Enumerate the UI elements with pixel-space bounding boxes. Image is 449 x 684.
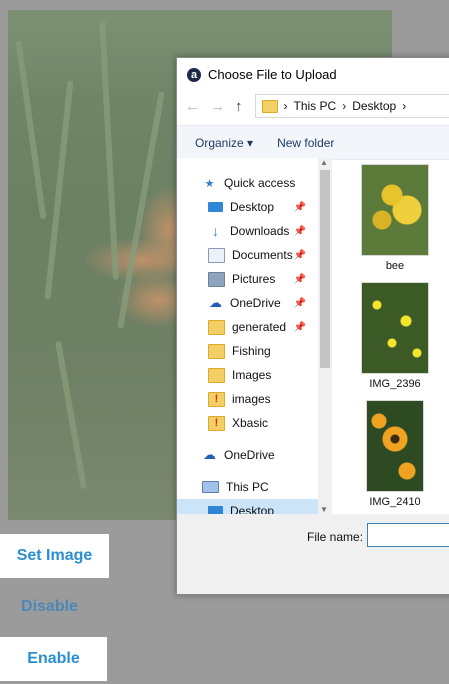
breadcrumb-separator: › [342,99,347,113]
pin-icon[interactable]: 📌 [294,298,306,309]
nav-scrollbar[interactable]: ▲ ▼ [318,158,332,514]
img-2410-thumbnail [366,400,424,492]
nav-item-onedrive-pinned[interactable]: ☁ OneDrive 📌 [208,291,316,315]
scrollbar-thumb[interactable] [320,170,330,368]
file-upload-dialog: a Choose File to Upload ← → ↑ › This PC … [176,57,449,595]
download-icon: ↓ [212,223,219,239]
file-name-label: File name: [307,530,364,544]
back-arrow-icon[interactable]: ← [185,98,200,115]
pin-icon[interactable]: 📌 [294,250,306,261]
breadcrumb-this-pc[interactable]: This PC [294,99,337,113]
nav-item-desktop[interactable]: Desktop 📌 [208,195,316,219]
nav-item-label: Quick access [224,176,296,190]
nav-item-label: This PC [226,480,269,494]
file-list: bee IMG_2396 IMG_2410 [335,158,449,514]
computer-icon [202,481,219,493]
folder-icon [208,343,225,359]
pin-icon[interactable]: 📌 [294,226,306,237]
nav-item-quick-access[interactable]: ★ Quick access [202,171,296,195]
nav-item-onedrive[interactable]: ☁ OneDrive [202,443,275,467]
file-label: IMG_2410 [369,496,421,508]
nav-item-label: Desktop [230,200,275,214]
nav-item-generated[interactable]: generated 📌 [208,315,316,339]
address-bar[interactable]: › This PC › Desktop › [254,94,449,118]
nav-item-label: Documents [232,248,293,262]
nav-item-label: Downloads [230,224,290,238]
nav-item-pictures[interactable]: Pictures 📌 [208,267,316,291]
desktop-icon [208,202,223,212]
file-item-img-2410[interactable]: IMG_2410 [355,400,435,508]
nav-item-label: Pictures [232,272,276,286]
pin-icon[interactable]: 📌 [294,274,306,285]
pin-icon[interactable]: 📌 [294,202,306,213]
enable-button[interactable]: Enable [0,637,107,681]
disable-button[interactable]: Disable [0,585,99,629]
picture-icon [208,271,225,287]
folder-icon [208,367,225,383]
nav-item-downloads[interactable]: ↓ Downloads 📌 [208,219,316,243]
folder-icon [208,319,225,335]
folder-icon [261,99,278,113]
nav-item-label: Images [232,368,272,382]
document-icon [208,247,225,263]
cloud-icon: ☁ [209,295,222,310]
file-label: bee [385,260,405,272]
nav-item-documents[interactable]: Documents 📌 [208,243,316,267]
nav-item-label: images [232,392,271,406]
organize-button[interactable]: Organize ▾ [177,136,271,150]
nav-item-label: OneDrive [230,296,281,310]
set-image-button[interactable]: Set Image [0,534,109,578]
bee-thumbnail [361,164,429,256]
nav-item-images[interactable]: Images [208,363,271,387]
breadcrumb-separator: › [283,99,288,113]
file-item-img-2396[interactable]: IMG_2396 [355,282,435,390]
pin-icon[interactable]: 📌 [294,322,306,333]
nav-item-label: generated [232,320,287,334]
forward-arrow-icon[interactable]: → [210,98,225,115]
navigation-bar: ← → ↑ › This PC › Desktop › [177,91,449,121]
file-name-input[interactable] [367,523,449,547]
nav-item-fishing[interactable]: Fishing [208,339,271,363]
folder-warning-icon: ! [208,415,225,431]
nav-item-label: Xbasic [232,416,269,430]
dialog-footer: File name: [177,514,449,594]
dialog-toolbar: Organize ▾ New folder [177,125,449,160]
star-icon: ★ [204,177,215,190]
nav-item-images-lower[interactable]: ! images [208,387,271,411]
scroll-up-icon[interactable]: ▲ [320,158,328,167]
up-arrow-icon[interactable]: ↑ [235,98,243,115]
breadcrumb-separator: › [402,99,407,113]
nav-item-label: OneDrive [224,448,275,462]
app-icon: a [187,67,201,82]
dialog-title: Choose File to Upload [208,67,337,82]
img-2396-thumbnail [361,282,429,374]
cloud-icon: ☁ [203,447,216,462]
file-item-bee[interactable]: bee [355,164,435,272]
breadcrumb-desktop[interactable]: Desktop [352,99,396,113]
new-folder-button[interactable]: New folder [271,136,352,150]
folder-warning-icon: ! [208,391,225,407]
nav-item-xbasic[interactable]: ! Xbasic [208,411,268,435]
file-label: IMG_2396 [369,378,421,390]
nav-item-label: Fishing [232,344,271,358]
nav-item-this-pc[interactable]: This PC [202,475,269,499]
navigation-pane: ★ Quick access Desktop 📌 ↓ Downloads 📌 D… [177,158,332,523]
dialog-titlebar: a Choose File to Upload [177,58,449,91]
scroll-down-icon[interactable]: ▼ [320,505,328,514]
